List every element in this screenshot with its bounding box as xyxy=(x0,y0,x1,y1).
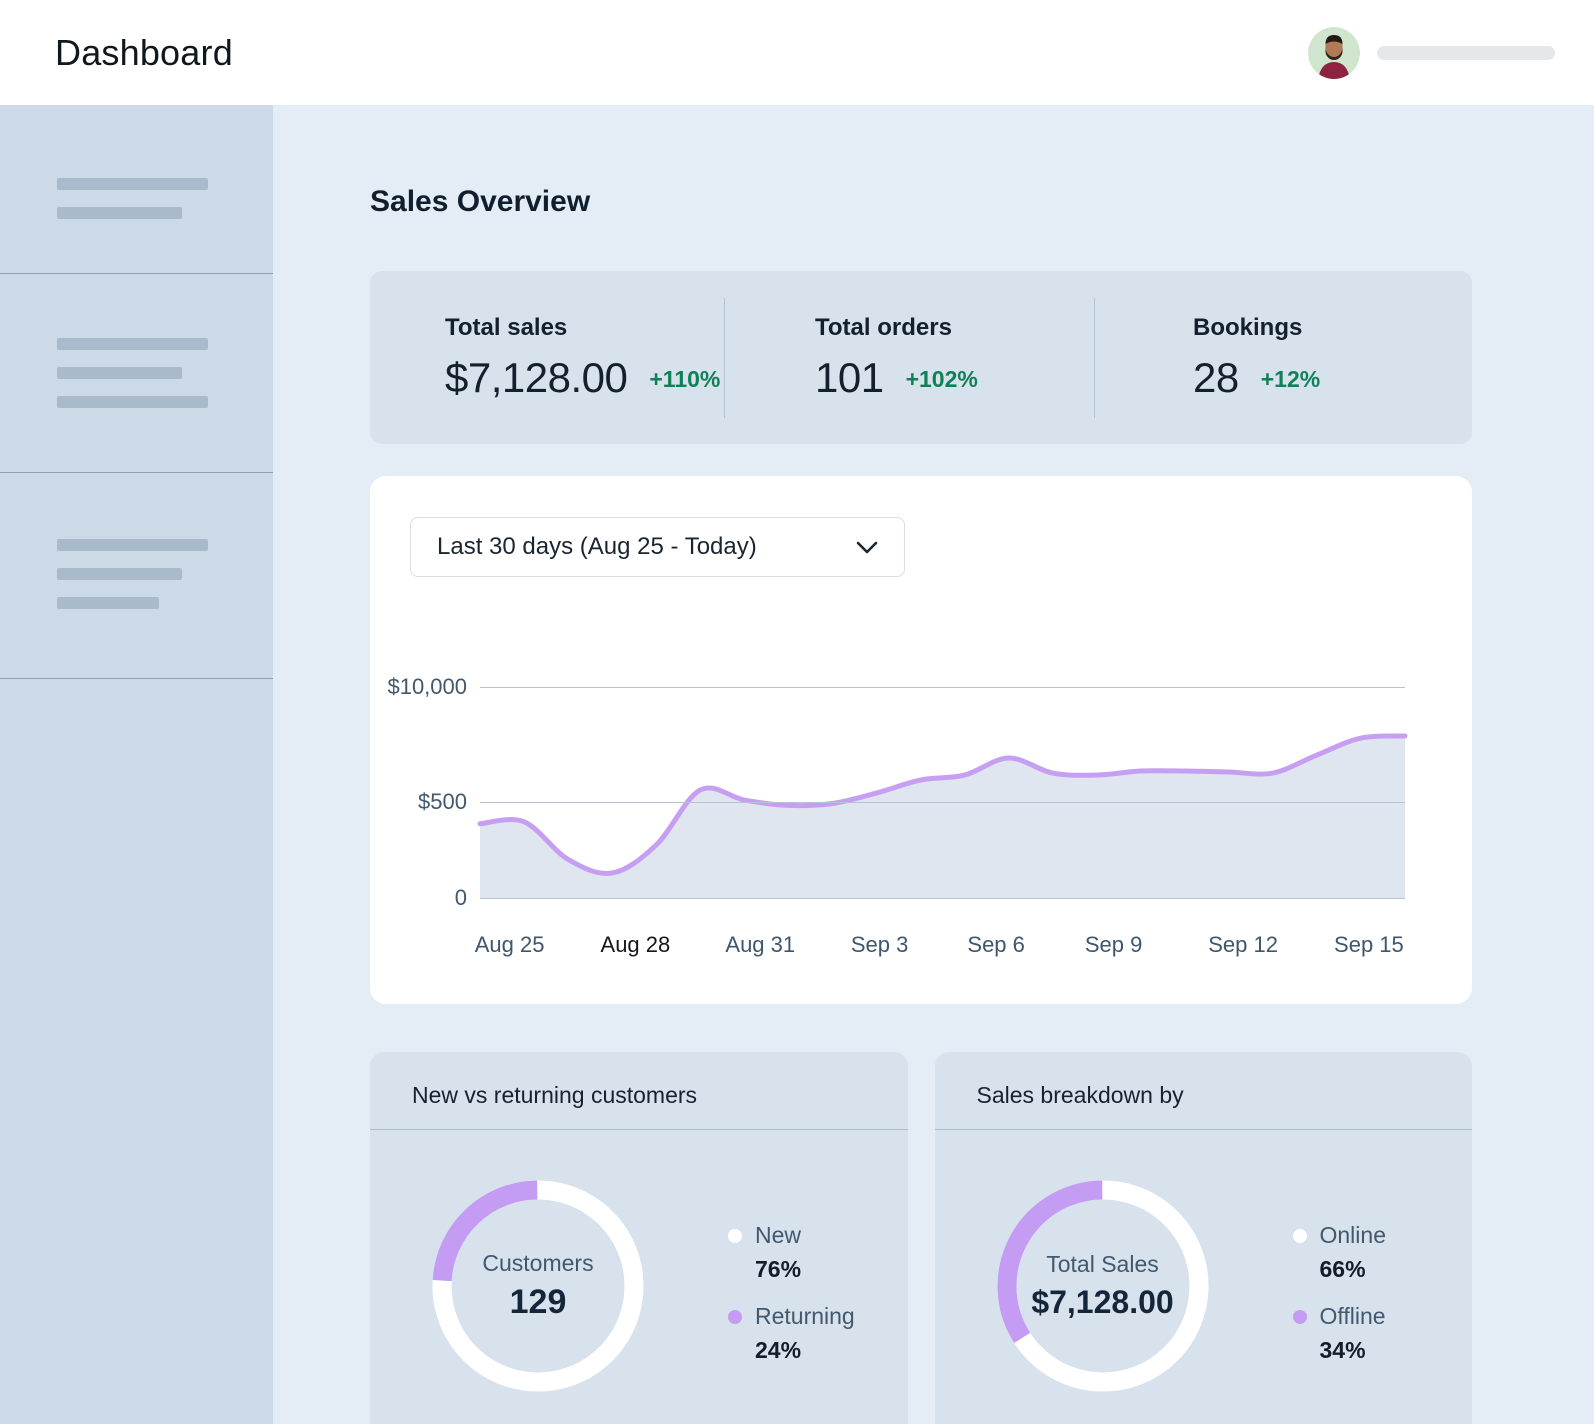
stat-label: Total sales xyxy=(445,314,724,342)
legend-label: Online xyxy=(1320,1222,1386,1249)
sidebar-skeleton-bar xyxy=(57,396,208,408)
app-body: Sales Overview Total sales $7,128.00 +11… xyxy=(0,105,1594,1424)
x-axis-label: Sep 3 xyxy=(851,932,909,958)
breakdown-donut-chart: Total Sales $7,128.00 xyxy=(997,1180,1209,1392)
sidebar-group-3[interactable] xyxy=(0,473,273,679)
legend-item: Returning 24% xyxy=(728,1303,855,1364)
sidebar-group-2[interactable] xyxy=(0,274,273,473)
legend-item: Online 66% xyxy=(1293,1222,1386,1283)
legend-value: 66% xyxy=(1320,1256,1386,1283)
legend-label: Returning xyxy=(755,1303,855,1330)
sidebar-skeleton-bar xyxy=(57,178,208,190)
legend-value: 34% xyxy=(1320,1337,1386,1364)
breakdown-legend: Online 66% Offline 34% xyxy=(1293,1222,1386,1392)
legend-label: Offline xyxy=(1320,1303,1386,1330)
y-axis-label: 0 xyxy=(455,885,467,911)
x-axis-label: Aug 31 xyxy=(725,932,795,958)
legend-item: Offline 34% xyxy=(1293,1303,1386,1364)
app-title: Dashboard xyxy=(55,32,233,74)
gridline xyxy=(480,898,1405,899)
gridline xyxy=(480,687,1405,688)
stats-summary-bar: Total sales $7,128.00 +110% Total orders… xyxy=(370,271,1472,444)
donut-center-value: $7,128.00 xyxy=(1031,1284,1173,1321)
stat-label: Total orders xyxy=(815,314,1094,342)
donut-center-label: Total Sales xyxy=(1046,1251,1159,1278)
stat-bookings: Bookings 28 +12% xyxy=(1095,271,1472,444)
stat-value: $7,128.00 xyxy=(445,354,627,402)
sidebar-group-1[interactable] xyxy=(0,105,273,274)
legend-label: New xyxy=(755,1222,801,1249)
sidebar-nav xyxy=(0,105,273,1424)
user-avatar[interactable] xyxy=(1308,27,1360,79)
x-axis-label: Sep 6 xyxy=(967,932,1025,958)
gridline xyxy=(480,802,1405,803)
date-range-dropdown[interactable]: Last 30 days (Aug 25 - Today) xyxy=(410,517,905,577)
legend-value: 76% xyxy=(755,1256,855,1283)
stat-value: 28 xyxy=(1193,354,1239,402)
top-header: Dashboard xyxy=(0,0,1594,105)
legend-item: New 76% xyxy=(728,1222,855,1283)
customers-card: New vs returning customers Customers 129 xyxy=(370,1052,908,1424)
page-title: Sales Overview xyxy=(370,185,1594,219)
stat-value: 101 xyxy=(815,354,884,402)
bottom-cards-row: New vs returning customers Customers 129 xyxy=(370,1052,1472,1424)
customers-legend: New 76% Returning 24% xyxy=(728,1222,855,1392)
stat-total-orders: Total orders 101 +102% xyxy=(725,271,1094,444)
x-axis-label: Aug 28 xyxy=(601,932,671,958)
sidebar-skeleton-bar xyxy=(57,568,182,580)
x-axis-label: Sep 12 xyxy=(1208,932,1278,958)
legend-value: 24% xyxy=(755,1337,855,1364)
x-axis-label: Aug 25 xyxy=(475,932,545,958)
line-chart-plot: $10,000$5000 xyxy=(480,687,1405,899)
header-placeholder-bar xyxy=(1377,46,1555,60)
sidebar-skeleton-bar xyxy=(57,207,182,219)
sidebar-skeleton-bar xyxy=(57,597,159,609)
y-axis-label: $500 xyxy=(418,789,467,815)
legend-dot-icon xyxy=(728,1310,742,1324)
stat-delta: +110% xyxy=(649,366,720,393)
x-axis-label: Sep 15 xyxy=(1334,932,1404,958)
y-axis-label: $10,000 xyxy=(387,674,467,700)
main-content: Sales Overview Total sales $7,128.00 +11… xyxy=(273,105,1594,1424)
legend-dot-icon xyxy=(1293,1310,1307,1324)
sidebar-skeleton-bar xyxy=(57,367,182,379)
avatar-illustration xyxy=(1308,27,1360,79)
dashboard-screen: Dashboard xyxy=(0,0,1594,1424)
customers-donut-chart: Customers 129 xyxy=(432,1180,644,1392)
x-axis-label: Sep 9 xyxy=(1085,932,1143,958)
sales-breakdown-card: Sales breakdown by Total Sales $7,128.00 xyxy=(935,1052,1473,1424)
header-right xyxy=(1308,27,1555,79)
donut-center-label: Customers xyxy=(482,1250,593,1277)
sidebar-skeleton-bar xyxy=(57,539,208,551)
chevron-down-icon xyxy=(856,541,878,554)
card-title: New vs returning customers xyxy=(370,1052,908,1129)
legend-dot-icon xyxy=(728,1229,742,1243)
donut-center-value: 129 xyxy=(510,1283,567,1322)
stat-total-sales: Total sales $7,128.00 +110% xyxy=(370,271,724,444)
sidebar-skeleton-bar xyxy=(57,338,208,350)
legend-dot-icon xyxy=(1293,1229,1307,1243)
sales-chart-card: Last 30 days (Aug 25 - Today) $10,000$50… xyxy=(370,476,1472,1004)
date-range-label: Last 30 days (Aug 25 - Today) xyxy=(437,533,757,561)
stat-delta: +102% xyxy=(906,366,978,393)
x-axis-labels: Aug 25Aug 28Aug 31Sep 3Sep 6Sep 9Sep 12S… xyxy=(480,932,1405,960)
card-title: Sales breakdown by xyxy=(935,1052,1473,1129)
stat-label: Bookings xyxy=(1193,314,1472,342)
stat-delta: +12% xyxy=(1261,366,1320,393)
sales-line-chart xyxy=(480,687,1405,899)
